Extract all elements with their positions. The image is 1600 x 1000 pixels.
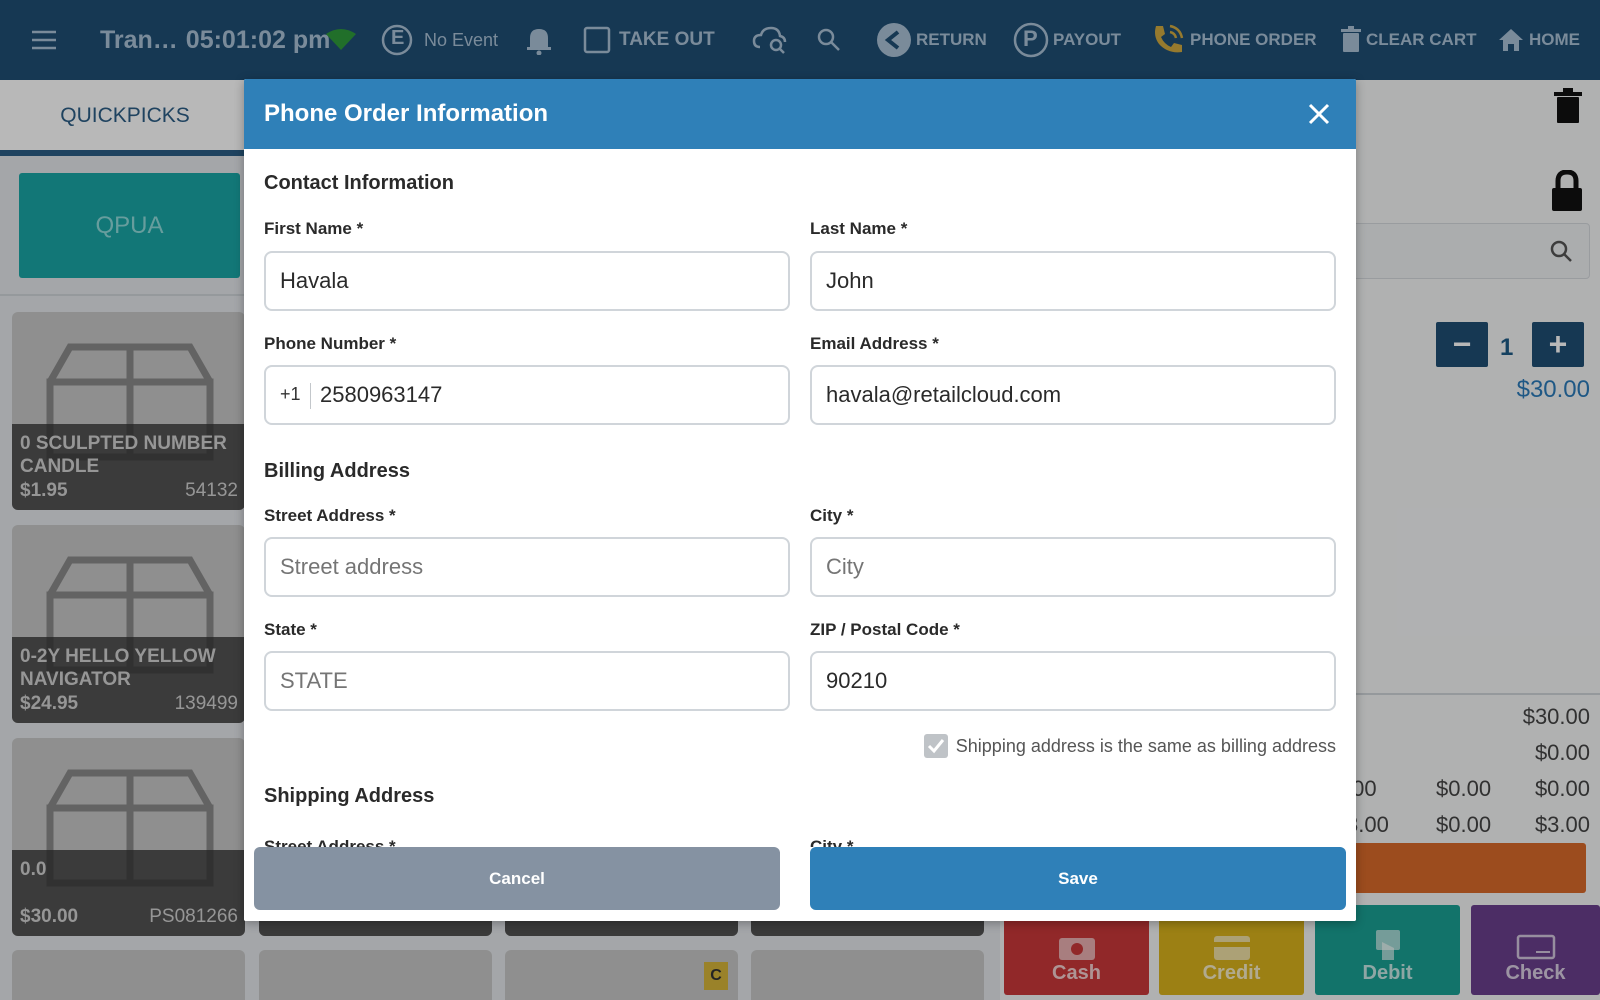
close-icon[interactable]: [1304, 99, 1334, 129]
first-name-label: First Name *: [264, 219, 364, 238]
zip-code-field[interactable]: [810, 651, 1336, 711]
phone-order-dialog: Phone Order Information Contact Informat…: [244, 79, 1356, 921]
same-address-option[interactable]: Shipping address is the same as billing …: [923, 734, 1336, 758]
shipping-section-heading: Shipping Address: [264, 785, 435, 807]
checkmark-icon: [927, 739, 944, 754]
contact-section-heading: Contact Information: [264, 172, 454, 194]
city-label: City *: [810, 506, 854, 525]
same-address-label: Shipping address is the same as billing …: [955, 735, 1336, 756]
country-code[interactable]: +1: [280, 384, 301, 405]
street-address-label: Street Address *: [264, 506, 396, 525]
city-field[interactable]: [810, 537, 1336, 597]
phone-number-label: Phone Number *: [264, 334, 397, 353]
email-label: Email Address *: [810, 334, 939, 353]
state-field[interactable]: [264, 651, 790, 711]
cancel-button[interactable]: Cancel: [254, 847, 780, 910]
dialog-title: Phone Order Information: [264, 100, 549, 127]
divider: [310, 383, 311, 409]
dialog-header: Phone Order Information: [244, 79, 1356, 149]
phone-number-field[interactable]: +1: [264, 365, 790, 425]
zip-code-label: ZIP / Postal Code *: [810, 620, 960, 639]
street-address-field[interactable]: [264, 537, 790, 597]
first-name-field[interactable]: [264, 251, 790, 311]
email-field[interactable]: [810, 365, 1336, 425]
save-button[interactable]: Save: [810, 847, 1346, 910]
phone-number-input[interactable]: [320, 367, 780, 423]
billing-section-heading: Billing Address: [264, 460, 410, 482]
same-address-checkbox[interactable]: [923, 734, 948, 758]
last-name-field[interactable]: [810, 251, 1336, 311]
last-name-label: Last Name *: [810, 219, 908, 238]
state-label: State *: [264, 620, 317, 639]
